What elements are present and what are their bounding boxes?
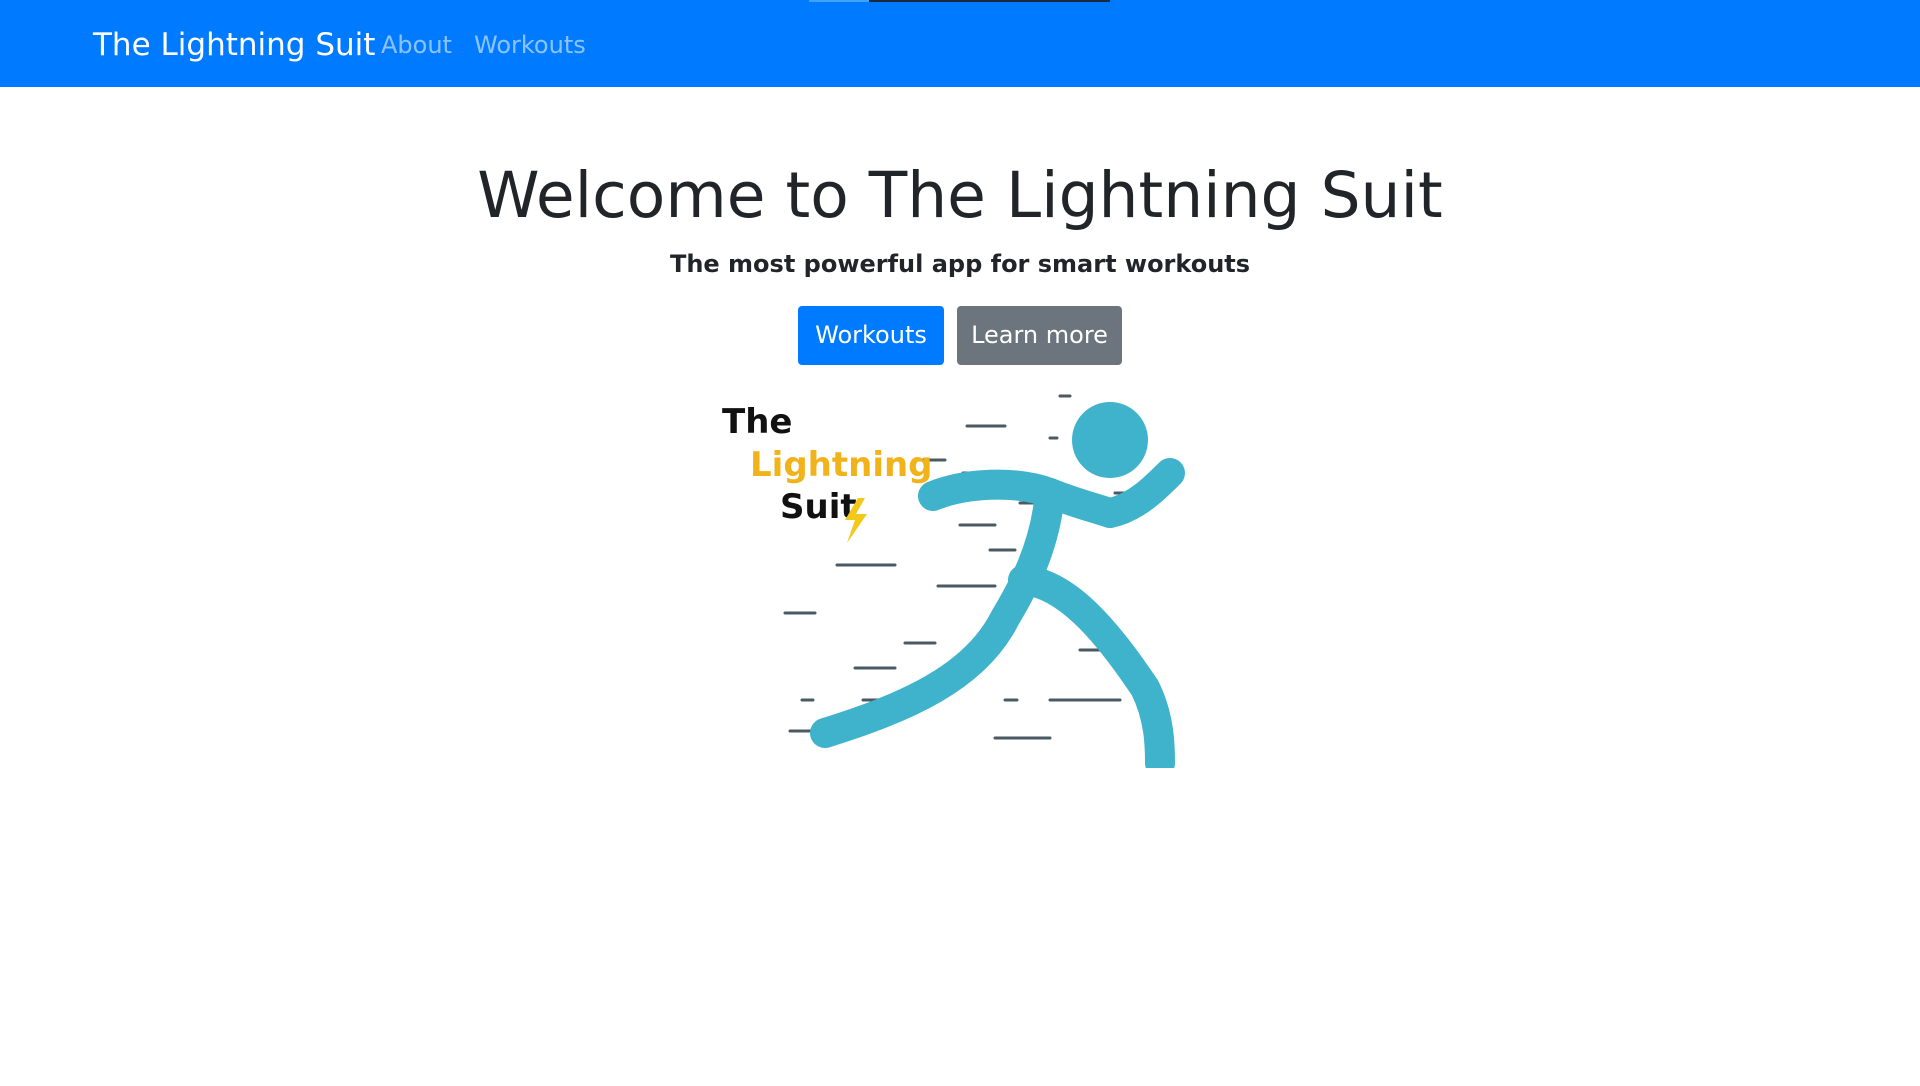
workouts-button[interactable]: Workouts [798,306,944,365]
hero-subtitle: The most powerful app for smart workouts [669,250,1251,278]
learn-more-button[interactable]: Learn more [957,306,1122,365]
top-navbar: The Lightning Suit About Workouts [0,0,1920,87]
logo-text-the: The [722,402,792,442]
running-figure-logo-svg: The Lightning Suit [722,394,1185,778]
nav-link-workouts[interactable]: Workouts [474,26,586,64]
logo-text: The Lightning Suit [722,402,933,527]
navbar-top-accent-line [809,0,869,2]
logo-text-lightning: Lightning [750,445,933,485]
logo-text-suit: Suit [780,487,857,527]
nav-link-about[interactable]: About [381,26,452,64]
running-figure-logo: The Lightning Suit [705,388,1210,778]
navbar-top-dark-line [869,0,1110,2]
navbar-brand-link[interactable]: The Lightning Suit [93,22,375,68]
hero-title: Welcome to The Lightning Suit [477,159,1443,232]
